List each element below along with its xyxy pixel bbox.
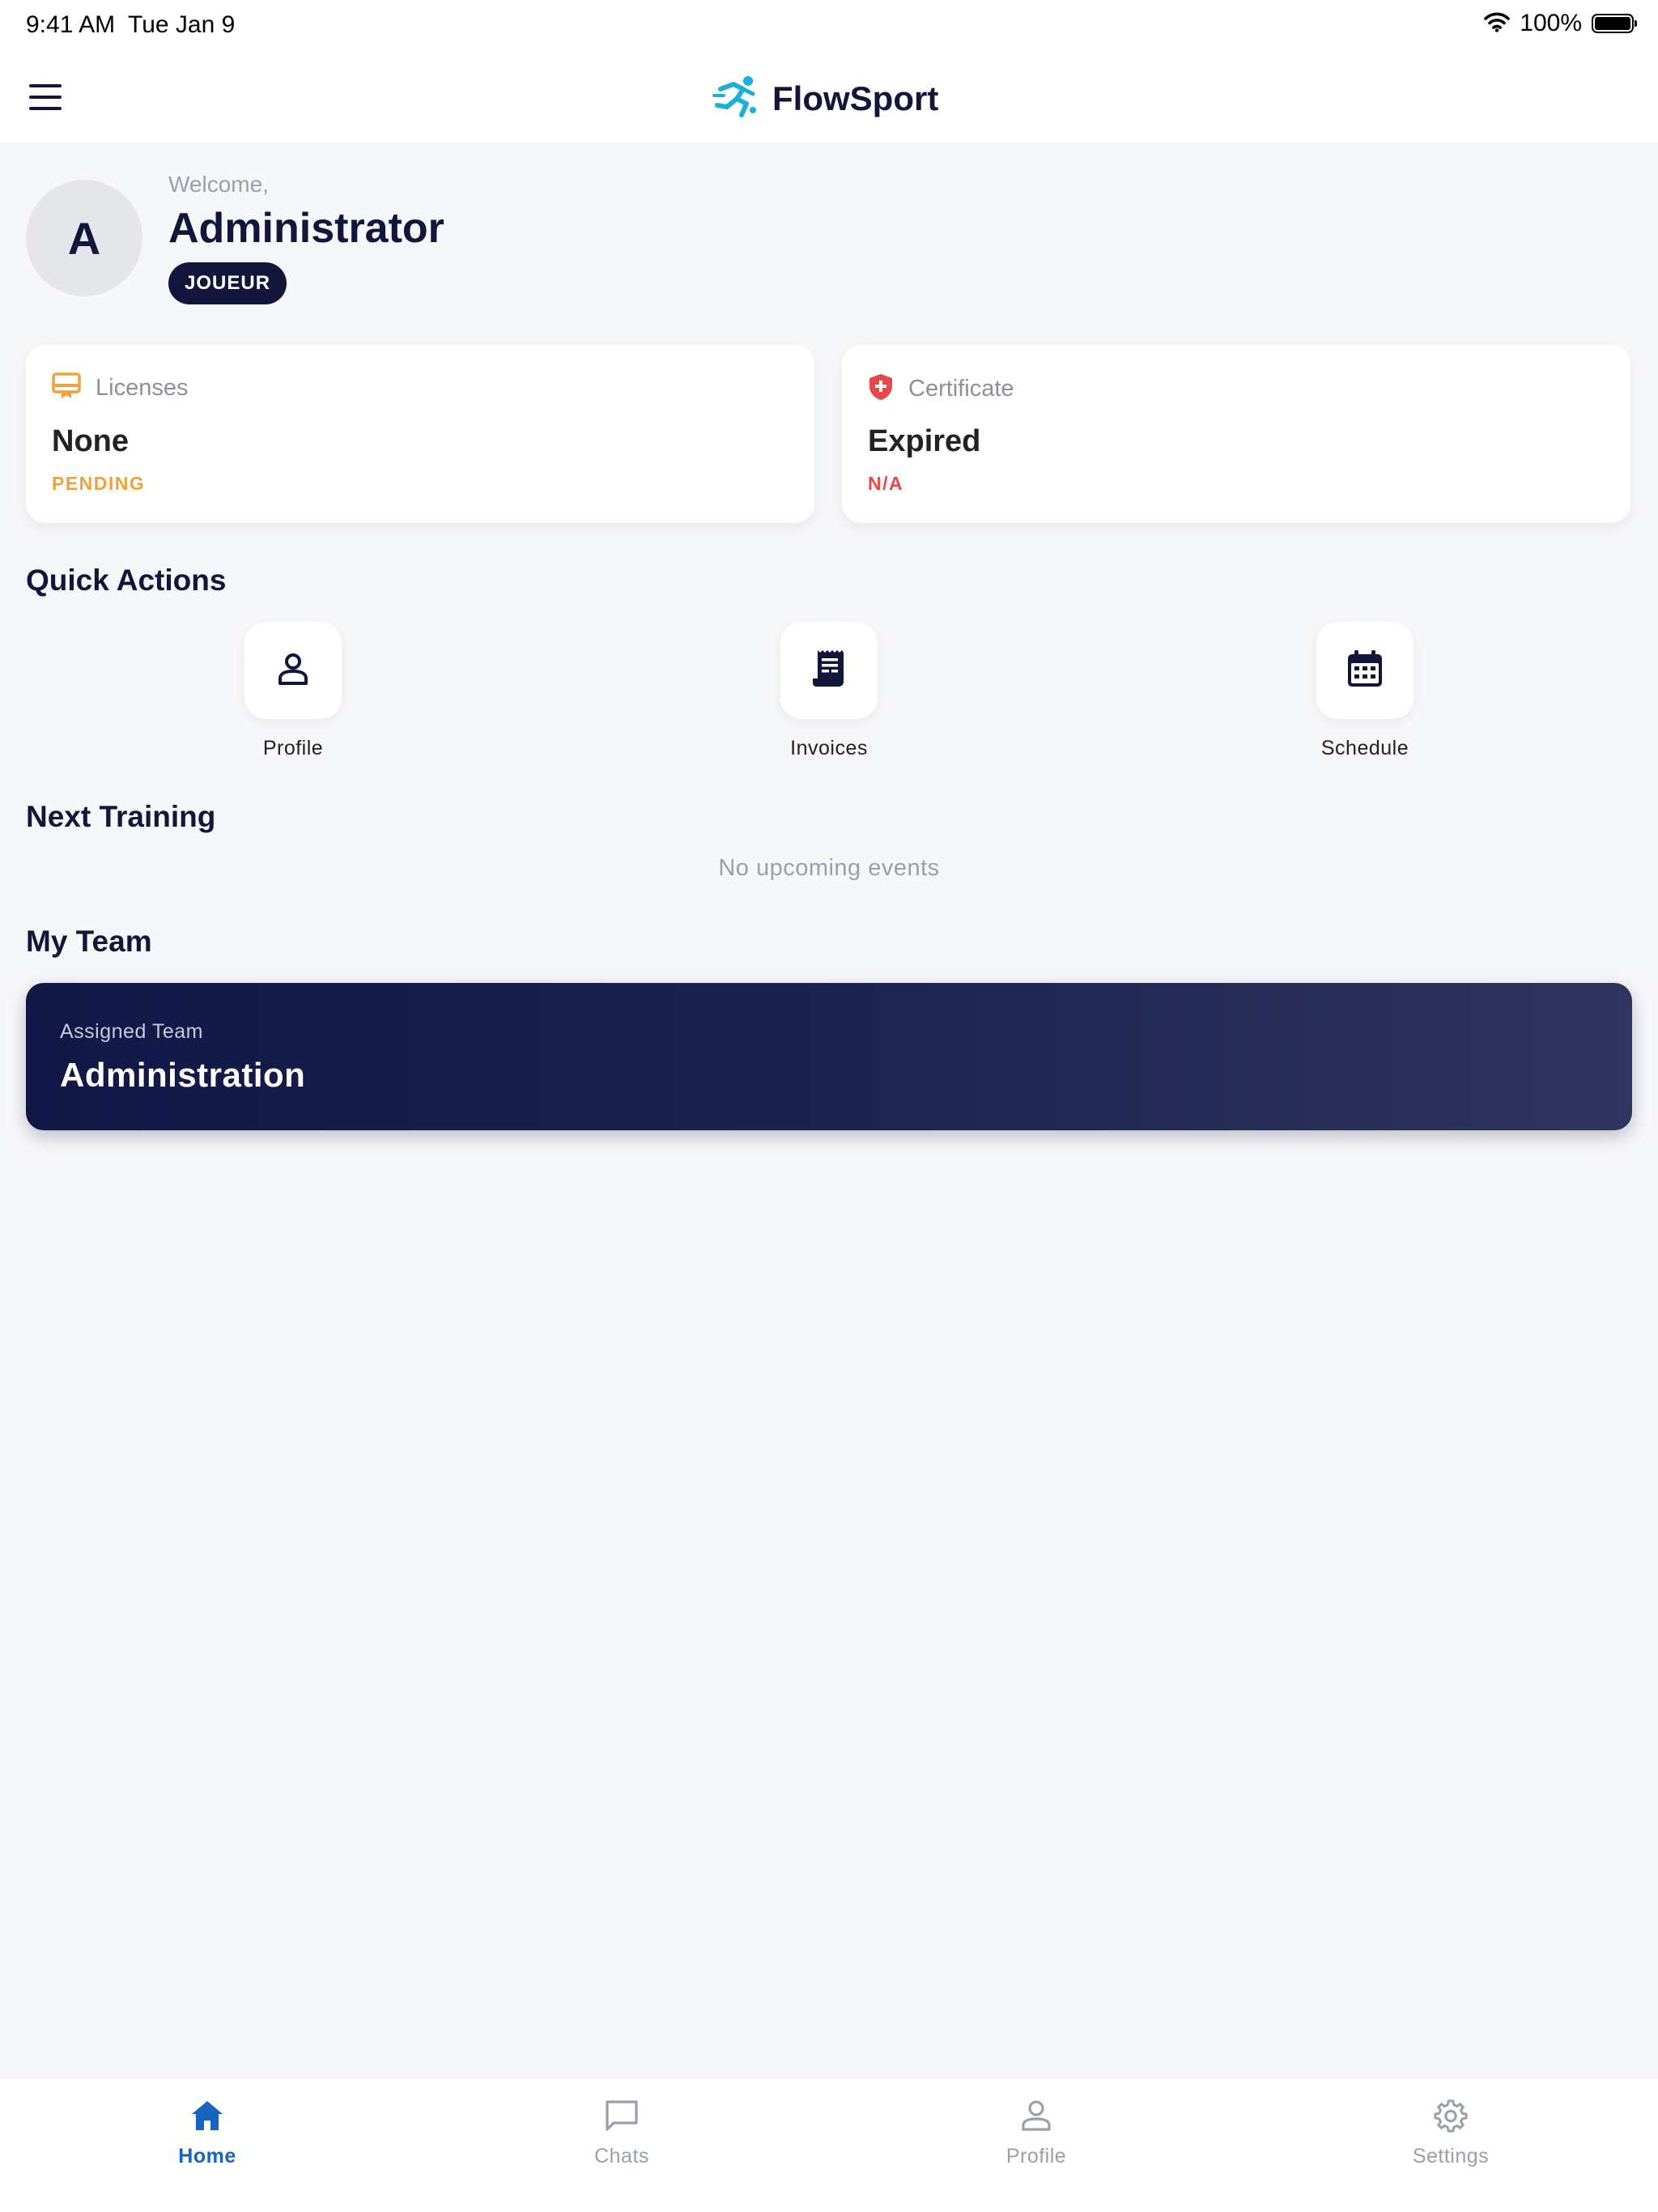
tab-settings[interactable]: Settings (1370, 2099, 1532, 2168)
team-label: Assigned Team (60, 1020, 203, 1043)
certificate-card[interactable]: Certificate Expired N/A (842, 345, 1630, 523)
licenses-card[interactable]: Licenses None PENDING (26, 345, 814, 523)
app-title: FlowSport (772, 79, 939, 117)
licenses-value: None (52, 424, 129, 458)
certificate-status: N/A (868, 473, 904, 494)
tab-chats[interactable]: Chats (541, 2099, 703, 2168)
tab-profile[interactable]: Profile (955, 2099, 1117, 2168)
calendar-icon (1346, 649, 1384, 692)
licenses-status: PENDING (52, 473, 146, 494)
quick-action-schedule[interactable]: Schedule (1244, 622, 1486, 760)
quick-action-label: Schedule (1320, 737, 1409, 759)
quick-action-profile[interactable]: Profile (172, 622, 414, 760)
quick-action-invoices-tile[interactable] (780, 622, 878, 719)
team-name: Administration (60, 1056, 306, 1094)
quick-actions-title: Quick Actions (26, 564, 227, 597)
certificate-value: Expired (868, 424, 981, 458)
receipt-icon (811, 649, 847, 692)
shield-medical-icon (868, 372, 894, 406)
chat-icon (604, 2099, 640, 2137)
certificate-label: Certificate (908, 376, 1014, 402)
quick-action-invoices[interactable]: Invoices (708, 622, 950, 760)
tab-label: Profile (1005, 2145, 1067, 2167)
welcome-label: Welcome, (168, 172, 269, 197)
person-icon (1018, 2099, 1054, 2137)
my-team-title: My Team (26, 925, 152, 958)
status-bar: 9:41 AM Tue Jan 9 100% (0, 0, 1658, 52)
role-badge: JOUEUR (168, 262, 287, 304)
hamburger-menu-icon[interactable] (29, 84, 62, 110)
licenses-label: Licenses (96, 375, 189, 401)
person-icon (275, 651, 311, 691)
next-training-title: Next Training (26, 800, 216, 833)
tab-label: Home (178, 2145, 236, 2167)
tab-home[interactable]: Home (126, 2099, 288, 2168)
quick-action-profile-tile[interactable] (244, 622, 342, 719)
app-header: FlowSport (0, 52, 1658, 143)
avatar[interactable]: A (26, 180, 142, 296)
quick-action-label: Profile (262, 737, 324, 759)
team-card[interactable]: Assigned Team Administration (26, 983, 1632, 1130)
user-name: Administrator (168, 205, 444, 252)
gear-icon (1433, 2099, 1469, 2137)
status-time: 9:41 AM (26, 11, 116, 38)
runner-logo-icon (712, 74, 759, 122)
home-icon (189, 2099, 225, 2137)
tab-bar: Home Chats Profile Settings (0, 2079, 1658, 2212)
quick-action-label: Invoices (790, 737, 868, 759)
wifi-icon (1484, 11, 1511, 36)
status-right: 100% (1484, 10, 1637, 37)
battery-percent: 100% (1520, 10, 1582, 36)
tab-label: Chats (594, 2145, 649, 2167)
battery-icon (1592, 14, 1637, 33)
status-date: Tue Jan 9 (128, 11, 236, 38)
no-events-message: No upcoming events (718, 855, 940, 881)
license-card-icon (52, 372, 81, 404)
quick-action-schedule-tile[interactable] (1316, 622, 1414, 719)
tab-label: Settings (1412, 2145, 1490, 2167)
brand: FlowSport (712, 74, 938, 122)
